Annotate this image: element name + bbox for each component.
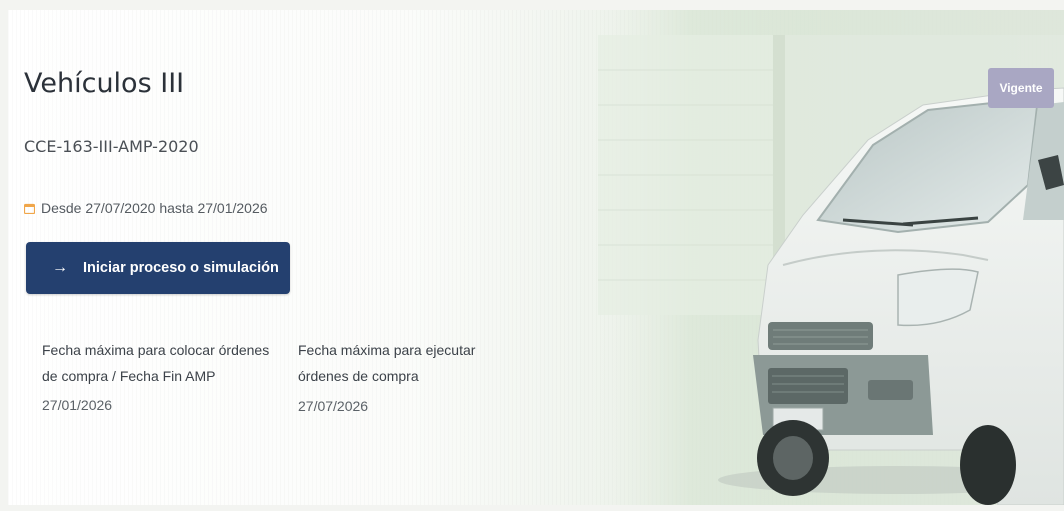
validity-text: Desde 27/07/2020 hasta 27/01/2026	[41, 200, 268, 216]
arrow-right-icon: →	[52, 259, 68, 276]
info-label: Fecha máxima para ejecutar órdenes de co…	[298, 342, 476, 384]
info-label: Fecha máxima para colocar órdenes de com…	[42, 342, 270, 384]
info-value: 27/01/2026	[42, 397, 113, 413]
info-value: 27/07/2026	[298, 398, 369, 414]
validity-dates: Desde 27/07/2020 hasta 27/01/2026	[24, 200, 268, 216]
info-purchase-orders-deadline: Fecha máxima para colocar órdenes de com…	[42, 337, 282, 418]
page-title: Vehículos III	[24, 68, 185, 99]
agreement-card: Vehículos III CCE-163-III-AMP-2020 Desde…	[8, 10, 1064, 505]
info-execution-deadline: Fecha máxima para ejecutar órdenes de co…	[298, 337, 518, 419]
start-process-label: Iniciar proceso o simulación	[83, 260, 279, 276]
calendar-icon	[24, 203, 35, 214]
status-badge: Vigente	[988, 68, 1054, 108]
agreement-code: CCE-163-III-AMP-2020	[24, 137, 199, 156]
start-process-button[interactable]: → Iniciar proceso o simulación	[26, 242, 290, 294]
